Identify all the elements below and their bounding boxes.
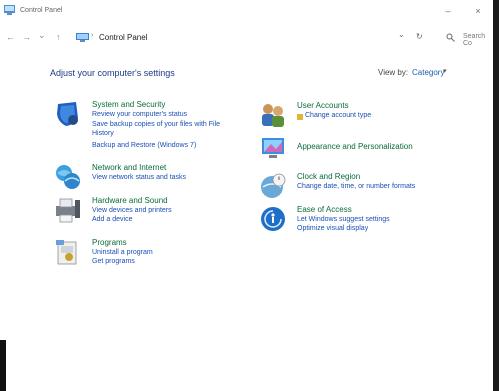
address-history-button[interactable]: ⌄ — [398, 30, 405, 39]
clock-globe-icon — [261, 173, 286, 198]
link-get-programs[interactable]: Get programs — [92, 258, 135, 265]
users-icon — [262, 104, 284, 127]
forward-button[interactable]: → — [22, 32, 31, 42]
category-title-appearance-personalization[interactable]: Appearance and Personalization — [297, 142, 413, 151]
category-title-network-and-internet[interactable]: Network and Internet — [92, 163, 166, 172]
category-hardware-and-sound: Hardware and Sound View devices and prin… — [54, 196, 244, 230]
shield-icon — [57, 102, 78, 126]
control-panel-app-icon — [4, 5, 15, 15]
network-globe-icon — [56, 165, 80, 189]
link-date-time-formats[interactable]: Change date, time, or number formats — [297, 183, 415, 190]
refresh-button[interactable]: ↻ — [416, 32, 423, 41]
back-button[interactable]: ← — [6, 32, 15, 42]
category-title-clock-and-region[interactable]: Clock and Region — [297, 172, 360, 181]
control-panel-icon — [76, 33, 89, 42]
link-optimize-display[interactable]: Optimize visual display — [297, 225, 368, 232]
category-appearance-personalization: Appearance and Personalization — [259, 134, 479, 162]
category-title-ease-of-access[interactable]: Ease of Access — [297, 205, 352, 214]
minimize-button[interactable]: – — [433, 0, 463, 22]
window-edge — [0, 340, 6, 391]
window-title: Control Panel — [20, 7, 63, 14]
category-title-user-accounts[interactable]: User Accounts — [297, 101, 349, 110]
link-backup-restore[interactable]: Backup and Restore (Windows 7) — [92, 142, 196, 149]
recent-locations-button[interactable]: ⌄ — [38, 30, 46, 40]
view-by-dropdown[interactable]: Category — [412, 68, 444, 77]
address-bar: ← → ⌄ ↑ › Control Panel ⌄ ↻ Search Co — [0, 26, 493, 48]
category-network-and-internet: Network and Internet View network status… — [54, 163, 244, 191]
close-button[interactable]: × — [463, 0, 493, 22]
link-uninstall-program[interactable]: Uninstall a program — [92, 249, 153, 256]
category-title-hardware-and-sound[interactable]: Hardware and Sound — [92, 196, 168, 205]
control-panel-window: Control Panel – × ← → ⌄ ↑ › Control Pane… — [0, 0, 493, 391]
ease-of-access-icon — [261, 207, 285, 231]
category-ease-of-access: Ease of Access Let Windows suggest setti… — [259, 205, 479, 239]
breadcrumb-separator: › — [91, 32, 94, 39]
chevron-down-icon[interactable]: ▾ — [443, 67, 447, 75]
view-by-label: View by: — [378, 68, 409, 77]
up-button[interactable]: ↑ — [56, 32, 61, 42]
printer-icon — [56, 198, 80, 223]
link-add-device[interactable]: Add a device — [92, 216, 132, 223]
link-suggest-settings[interactable]: Let Windows suggest settings — [297, 216, 390, 223]
breadcrumb-control-panel[interactable]: Control Panel — [99, 33, 147, 42]
category-clock-and-region: Clock and Region Change date, time, or n… — [259, 172, 479, 200]
category-user-accounts: User Accounts Change account type — [259, 101, 479, 129]
link-file-history[interactable]: Save backup copies of your files with Fi… — [92, 120, 242, 138]
shield-icon — [297, 114, 303, 120]
link-change-account-type[interactable]: Change account type — [305, 112, 371, 119]
search-input[interactable]: Search Co — [463, 33, 493, 47]
link-network-status[interactable]: View network status and tasks — [92, 174, 186, 181]
search-icon — [446, 33, 455, 42]
category-title-programs[interactable]: Programs — [92, 238, 127, 247]
category-title-system-and-security[interactable]: System and Security — [92, 100, 165, 109]
title-bar[interactable]: Control Panel – × — [0, 0, 493, 22]
category-system-and-security: System and Security Review your computer… — [54, 100, 244, 156]
category-programs: Programs Uninstall a program Get program… — [54, 238, 244, 272]
appearance-icon — [262, 138, 284, 158]
programs-icon — [56, 240, 77, 265]
link-devices-printers[interactable]: View devices and printers — [92, 207, 172, 214]
link-review-status[interactable]: Review your computer's status — [92, 111, 187, 118]
page-heading: Adjust your computer's settings — [50, 68, 175, 78]
